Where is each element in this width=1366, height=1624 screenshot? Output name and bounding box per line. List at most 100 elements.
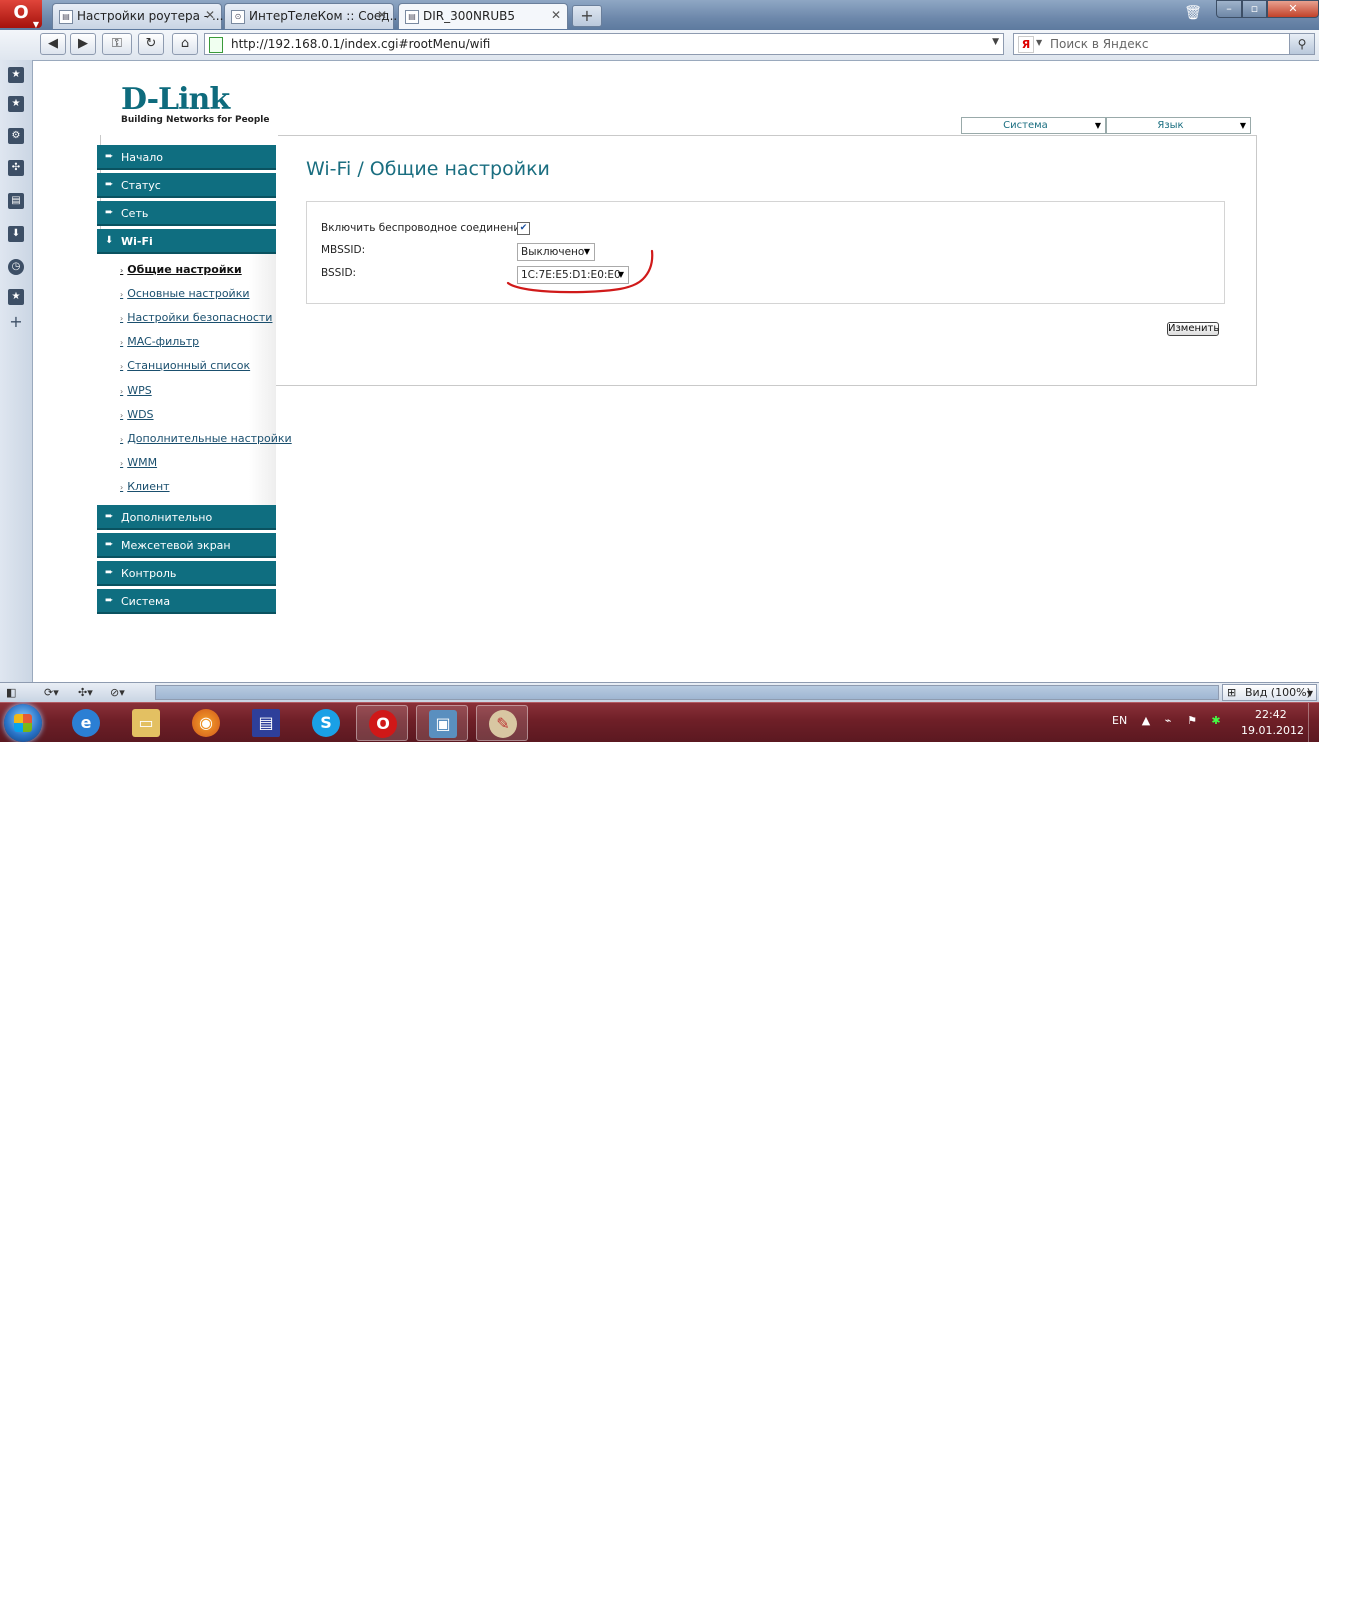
page-icon [209, 37, 223, 53]
language-dropdown[interactable]: Язык ▼ [1106, 117, 1251, 134]
start-button[interactable] [4, 704, 42, 742]
nav-firewall[interactable]: ➨ Межсетевой экран [97, 533, 276, 558]
submenu-wmm[interactable]: › WMM [120, 456, 157, 469]
chevron-down-icon[interactable]: ▼ [1036, 38, 1042, 47]
language-dropdown-label: Язык [1157, 120, 1184, 131]
widgets-icon[interactable]: ★ [8, 96, 24, 112]
yandex-icon[interactable]: Я [1018, 36, 1034, 53]
search-field[interactable]: Я ▼ Поиск в Яндекс ⚲ [1013, 33, 1315, 55]
system-dropdown-label: Система [1003, 120, 1048, 131]
bssid-label: BSSID: [321, 267, 357, 279]
nav-home[interactable]: ➨ Начало [97, 145, 276, 170]
turbo-icon[interactable]: ⊘▾ [110, 685, 125, 700]
browser-status-bar: ◧ ⟳▾ ✣▾ ⊘▾ ⊞ Вид (100%) ▼ [0, 682, 1319, 703]
minimize-button[interactable]: – [1216, 0, 1242, 18]
internet-explorer-icon: e [72, 709, 100, 737]
back-button[interactable]: ◀ [40, 33, 66, 55]
trash-icon[interactable]: 🗑 [1182, 5, 1204, 25]
dlink-logo: D-Link Building Networks for People [121, 85, 270, 126]
enable-wireless-checkbox[interactable]: ✔ [517, 222, 530, 235]
clock-time[interactable]: 22:42 [1255, 708, 1287, 721]
tab-intertelecom[interactable]: ⊙ ИнтерТелеКом :: Соед... ✕ [224, 3, 401, 29]
language-indicator[interactable]: EN [1112, 714, 1127, 727]
close-icon[interactable]: ✕ [551, 8, 561, 22]
wifi-submenu: › Общие настройки › Основные настройки › На… [97, 254, 292, 506]
submenu-station-list[interactable]: › Станционный список [120, 359, 250, 372]
home-button[interactable]: ⌂ [172, 33, 198, 55]
submenu-advanced-settings[interactable]: › Дополнительные настройки [120, 432, 292, 445]
tab-router-settings[interactable]: ▤ Настройки роутера - ... ✕ [52, 3, 223, 29]
show-desktop-button[interactable] [1308, 703, 1319, 742]
nav-status[interactable]: ➨ Статус [97, 173, 276, 198]
wand-key-button[interactable]: ⚿ [102, 33, 132, 55]
history-icon[interactable]: ◷ [8, 259, 24, 275]
settings-icon[interactable]: ⚙ [8, 128, 24, 144]
address-field[interactable]: http://192.168.0.1/index.cgi#rootMenu/wi… [204, 33, 1004, 55]
taskbar-explorer[interactable]: ▭ [120, 705, 172, 741]
opera-menu-button[interactable]: O ▼ [0, 0, 42, 29]
nav-label: Wi-Fi [121, 235, 153, 248]
unite-status-icon[interactable]: ✣▾ [78, 685, 93, 700]
nav-network[interactable]: ➨ Сеть [97, 201, 276, 226]
submenu-security-settings[interactable]: › Настройки безопасности [120, 311, 272, 324]
chevron-down-icon[interactable]: ▼ [992, 37, 999, 47]
enable-wireless-label: Включить беспроводное соединение: [321, 222, 531, 234]
submenu-basic-settings[interactable]: › Основные настройки [120, 287, 250, 300]
nav-wifi[interactable]: ⬇ Wi-Fi [97, 229, 276, 254]
nav-label: Сеть [121, 207, 149, 220]
new-tab-button[interactable]: + [572, 5, 602, 27]
bookmarks-icon[interactable]: ★ [8, 67, 24, 83]
status-progress-area [155, 685, 1219, 700]
browser-side-panel: ★ ★ ⚙ ✣ ▤ ⬇ ◷ ★ + [0, 60, 33, 682]
taskbar-ie[interactable]: e [60, 705, 112, 741]
close-window-button[interactable]: ✕ [1267, 0, 1319, 18]
sync-icon[interactable]: ⟳▾ [44, 685, 59, 700]
show-hidden-icons-icon[interactable]: ▲ [1140, 715, 1152, 727]
maximize-button[interactable]: ▫ [1242, 0, 1267, 18]
taskbar-opera[interactable]: O [356, 705, 408, 741]
address-toolbar: ◀ ▶ ⚿ ↻ ⌂ http://192.168.0.1/index.cgi#r… [0, 30, 1319, 61]
clock-date[interactable]: 19.01.2012 [1241, 724, 1304, 737]
apply-button[interactable]: Изменить [1167, 322, 1219, 336]
logo-tagline: Building Networks for People [121, 115, 270, 125]
taskbar-firefox[interactable]: ◉ [180, 705, 232, 741]
nav-advanced[interactable]: ➨ Дополнительно [97, 505, 276, 530]
nav-label: Статус [121, 179, 161, 192]
close-icon[interactable]: ✕ [377, 8, 387, 22]
firefox-icon: ◉ [192, 709, 220, 737]
unite-icon[interactable]: ✣ [8, 160, 24, 176]
taskbar-save-app[interactable]: ▤ [240, 705, 292, 741]
nav-system[interactable]: ➨ Система [97, 589, 276, 614]
taskbar-paint[interactable]: ✎ [476, 705, 528, 741]
submenu-wps[interactable]: › WPS [120, 384, 152, 397]
nav-control[interactable]: ➨ Контроль [97, 561, 276, 586]
forward-button[interactable]: ▶ [70, 33, 96, 55]
submenu-wds[interactable]: › WDS [120, 408, 154, 421]
system-dropdown[interactable]: Система ▼ [961, 117, 1106, 134]
taskbar-skype[interactable]: S [300, 705, 352, 741]
submenu-client[interactable]: › Клиент [120, 480, 170, 493]
page-icon: ▤ [59, 10, 73, 24]
panel-toggle-icon[interactable]: ◧ [6, 685, 16, 700]
submenu-mac-filter[interactable]: › MAC-фильтр [120, 335, 199, 348]
red-hand-drawn-annotation [506, 249, 654, 294]
action-center-flag-icon[interactable]: ⚑ [1186, 715, 1198, 727]
browser-tab-bar: O ▼ ▤ Настройки роутера - ... ✕ ⊙ ИнтерТе… [0, 0, 1319, 30]
downloads-icon[interactable]: ⬇ [8, 226, 24, 242]
tab-dir300[interactable]: ▤ DIR_300NRUB5 ✕ [398, 3, 568, 29]
close-icon[interactable]: ✕ [205, 8, 215, 22]
page-title: Wi-Fi / Общие настройки [306, 158, 550, 180]
add-panel-icon[interactable]: + [8, 314, 24, 330]
zoom-control[interactable]: ⊞ Вид (100%) ▼ [1222, 684, 1317, 701]
skype-icon: S [312, 709, 340, 737]
power-icon[interactable]: ⌁ [1162, 715, 1174, 727]
search-icon[interactable]: ⚲ [1289, 34, 1314, 54]
router-web-page: D-Link Building Networks for People Сист… [33, 61, 1319, 682]
submenu-general-settings[interactable]: › Общие настройки [120, 263, 242, 276]
notes-icon[interactable]: ▤ [8, 193, 24, 209]
panel-icon[interactable]: ★ [8, 289, 24, 305]
network-icon[interactable]: ✱ [1210, 715, 1222, 727]
taskbar-network-app[interactable]: ▣ [416, 705, 468, 741]
nav-label: Межсетевой экран [121, 539, 231, 552]
reload-button[interactable]: ↻ [138, 33, 164, 55]
